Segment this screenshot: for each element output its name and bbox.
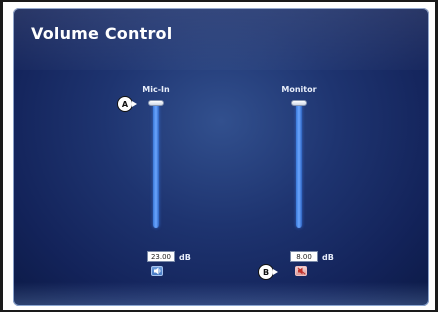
- panel-bottom-glow: [13, 282, 429, 306]
- panel-title: Volume Control: [31, 24, 173, 43]
- mic-in-slider-thumb[interactable]: [148, 100, 164, 106]
- mic-in-mute-button[interactable]: [151, 266, 163, 276]
- callout-a-pointer: [132, 101, 137, 107]
- monitor-slider-thumb[interactable]: [291, 100, 307, 106]
- speaker-muted-icon: [296, 267, 306, 275]
- mic-in-slider-track[interactable]: [153, 102, 159, 228]
- window-frame: Volume Control Mic-In dB Monitor dB A B: [0, 0, 438, 312]
- monitor-mute-button[interactable]: [295, 266, 307, 276]
- volume-control-panel: Volume Control Mic-In dB Monitor dB: [13, 8, 429, 306]
- mic-in-db-unit: dB: [179, 253, 191, 262]
- speaker-icon: [153, 267, 160, 275]
- callout-b: B: [258, 264, 274, 280]
- callout-b-pointer: [273, 269, 278, 275]
- mic-in-label: Mic-In: [142, 85, 170, 94]
- callout-a: A: [117, 96, 133, 112]
- monitor-db-unit: dB: [322, 253, 334, 262]
- monitor-slider-track[interactable]: [296, 102, 302, 228]
- monitor-db-field[interactable]: [290, 251, 318, 262]
- monitor-label: Monitor: [281, 85, 317, 94]
- mic-in-db-field[interactable]: [147, 251, 175, 262]
